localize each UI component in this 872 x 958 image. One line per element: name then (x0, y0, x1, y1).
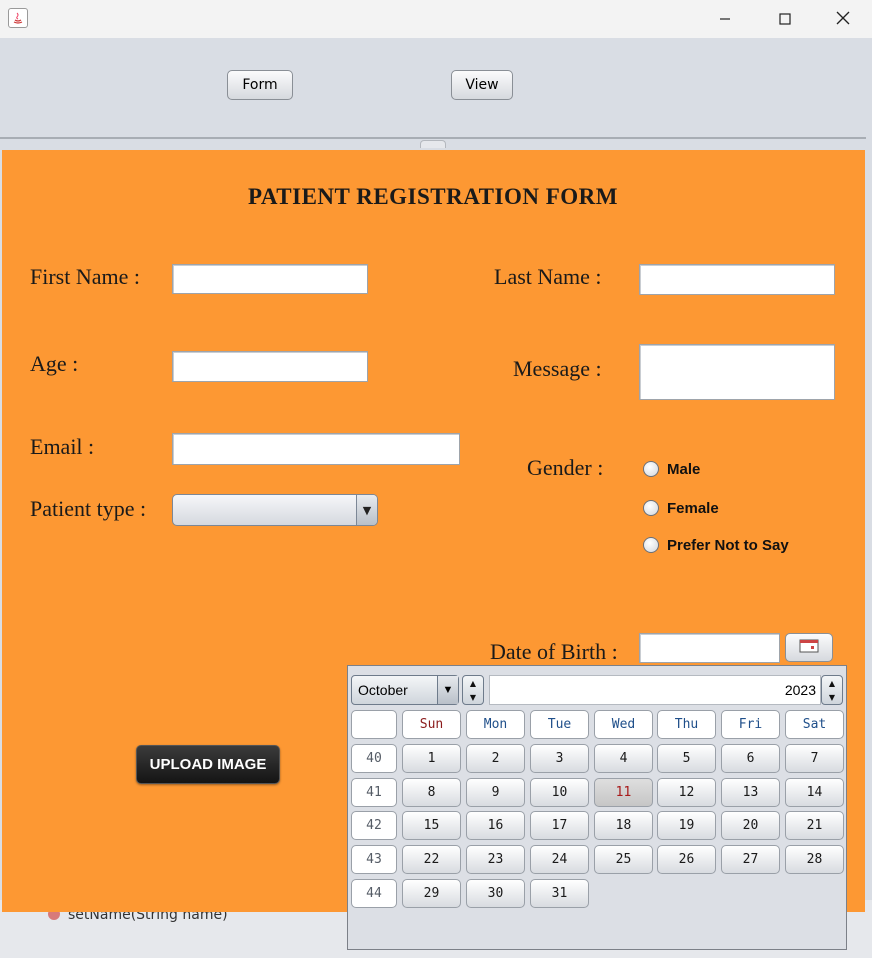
spin-down-icon[interactable]: ▼ (829, 693, 835, 702)
upload-image-button[interactable]: UPLOAD IMAGE (136, 745, 280, 784)
gender-radio-prefer-not[interactable] (643, 537, 659, 553)
calendar-day[interactable]: 7 (785, 744, 844, 773)
calendar-day[interactable]: 24 (530, 845, 589, 874)
toolbar (0, 38, 872, 138)
age-label: Age : (30, 351, 79, 376)
form-button[interactable]: Form (227, 70, 293, 100)
gender-radio-female[interactable] (643, 500, 659, 516)
calendar-day[interactable]: 20 (721, 811, 780, 840)
weekday-header: Wed (594, 710, 653, 739)
week-number: 44 (351, 879, 397, 908)
chevron-down-icon[interactable]: ▼ (356, 495, 377, 525)
calendar-day[interactable]: 2 (466, 744, 525, 773)
email-label: Email : (30, 434, 95, 459)
dob-label: Date of Birth : (490, 639, 618, 664)
gender-radio-male[interactable] (643, 461, 659, 477)
chevron-down-icon[interactable]: ▼ (437, 676, 458, 704)
calendar-button[interactable] (785, 633, 833, 662)
calendar-day[interactable]: 21 (785, 811, 844, 840)
calendar-day-today[interactable]: 11 (594, 778, 653, 807)
divider-handle[interactable] (420, 140, 446, 148)
dob-input[interactable] (639, 633, 780, 663)
email-input[interactable] (172, 433, 460, 465)
gender-label: Gender : (527, 455, 604, 480)
spin-down-icon[interactable]: ▼ (470, 693, 476, 702)
calendar-icon (799, 638, 819, 657)
minimize-button[interactable] (696, 0, 754, 38)
calendar-day[interactable]: 4 (594, 744, 653, 773)
java-icon[interactable] (8, 8, 28, 28)
first-name-label: First Name : (30, 264, 140, 289)
year-spinner[interactable]: ▲ ▼ (821, 675, 843, 705)
calendar-day[interactable]: 8 (402, 778, 461, 807)
calendar-day[interactable]: 22 (402, 845, 461, 874)
weekday-header: Sun (402, 710, 461, 739)
maximize-icon (779, 10, 791, 29)
week-number: 41 (351, 778, 397, 807)
calendar-day[interactable]: 29 (402, 879, 461, 908)
calendar-day[interactable]: 6 (721, 744, 780, 773)
gender-option-prefer-not[interactable]: Prefer Not to Say (667, 537, 789, 554)
calendar-day[interactable]: 3 (530, 744, 589, 773)
last-name-label: Last Name : (494, 264, 602, 289)
weekday-header: Mon (466, 710, 525, 739)
calendar-day[interactable]: 19 (657, 811, 716, 840)
spin-up-icon[interactable]: ▲ (470, 679, 476, 688)
minimize-icon (719, 10, 731, 29)
calendar-day[interactable]: 9 (466, 778, 525, 807)
calendar-day[interactable]: 16 (466, 811, 525, 840)
month-spinner[interactable]: ▲ ▼ (462, 675, 484, 705)
message-textarea[interactable] (639, 344, 835, 400)
message-label: Message : (513, 356, 602, 381)
month-value: October (358, 682, 408, 698)
calendar-day[interactable]: 1 (402, 744, 461, 773)
weekday-header: Tue (530, 710, 589, 739)
form-title: PATIENT REGISTRATION FORM (248, 184, 618, 209)
close-button[interactable] (814, 0, 872, 38)
week-number: 42 (351, 811, 397, 840)
close-icon (836, 10, 850, 29)
spin-up-icon[interactable]: ▲ (829, 679, 835, 688)
gender-option-male[interactable]: Male (667, 461, 700, 478)
weekday-header: Thu (657, 710, 716, 739)
week-corner (351, 710, 397, 739)
week-number: 40 (351, 744, 397, 773)
calendar-day[interactable]: 13 (721, 778, 780, 807)
weekday-header: Fri (721, 710, 780, 739)
calendar-day[interactable]: 26 (657, 845, 716, 874)
month-select[interactable]: October ▼ (351, 675, 459, 705)
calendar-day[interactable]: 17 (530, 811, 589, 840)
split-divider[interactable] (0, 137, 866, 139)
calendar-day[interactable]: 10 (530, 778, 589, 807)
calendar-day[interactable]: 14 (785, 778, 844, 807)
view-button[interactable]: View (451, 70, 513, 100)
week-number: 43 (351, 845, 397, 874)
calendar-day[interactable]: 27 (721, 845, 780, 874)
calendar-day[interactable]: 18 (594, 811, 653, 840)
maximize-button[interactable] (756, 0, 814, 38)
year-field[interactable]: 2023 (489, 675, 821, 705)
calendar-day[interactable]: 5 (657, 744, 716, 773)
calendar-day[interactable]: 15 (402, 811, 461, 840)
gender-option-female[interactable]: Female (667, 500, 719, 517)
first-name-input[interactable] (172, 264, 368, 294)
patient-type-select[interactable]: ▼ (172, 494, 378, 526)
calendar-day[interactable]: 23 (466, 845, 525, 874)
weekday-header: Sat (785, 710, 844, 739)
calendar-day[interactable]: 25 (594, 845, 653, 874)
calendar-day[interactable]: 30 (466, 879, 525, 908)
calendar-day[interactable]: 28 (785, 845, 844, 874)
last-name-input[interactable] (639, 264, 835, 295)
calendar-day[interactable]: 31 (530, 879, 589, 908)
age-input[interactable] (172, 351, 368, 382)
calendar-day[interactable]: 12 (657, 778, 716, 807)
patient-type-label: Patient type : (30, 496, 147, 521)
